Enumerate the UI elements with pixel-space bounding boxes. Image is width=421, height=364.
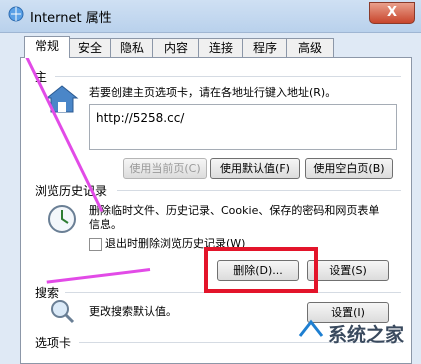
use-default-button[interactable]: 使用默认值(F)	[210, 158, 300, 179]
watermark: 系统之家	[296, 314, 420, 350]
homepage-url-field[interactable]: http://5258.cc/	[89, 104, 397, 150]
history-clock-icon	[48, 205, 76, 233]
history-description: 删除临时文件、历史记录、Cookie、保存的密码和网页表单信息。	[89, 204, 380, 231]
delete-button-highlight	[204, 247, 318, 293]
tab-security[interactable]: 安全	[68, 38, 112, 57]
tab-strip: 常规 安全 隐私 内容 连接 程序 高级	[20, 36, 400, 58]
watermark-text: 系统之家	[328, 324, 405, 346]
close-button[interactable]: X	[369, 2, 415, 24]
window-title: Internet 属性	[30, 11, 112, 26]
tab-connections[interactable]: 连接	[198, 38, 244, 57]
tabs-group-label: 选项卡	[35, 334, 76, 351]
use-blank-button[interactable]: 使用空白页(B)	[305, 158, 393, 179]
tab-content[interactable]: 内容	[152, 38, 200, 57]
history-separator	[117, 190, 401, 191]
delete-on-exit-checkbox[interactable]	[89, 238, 102, 251]
homepage-separator	[55, 76, 401, 77]
watermark-logo-icon	[298, 319, 324, 337]
internet-options-icon	[8, 6, 24, 22]
tab-advanced[interactable]: 高级	[286, 38, 334, 57]
title-bar: Internet 属性 X	[0, 0, 421, 33]
tab-programs[interactable]: 程序	[242, 38, 288, 57]
history-group-label: 浏览历史记录	[35, 182, 112, 199]
tab-general[interactable]: 常规	[24, 36, 70, 58]
search-icon	[51, 300, 75, 324]
search-description: 更改搜索默认值。	[89, 305, 177, 318]
use-current-button[interactable]: 使用当前页(C)	[123, 158, 207, 179]
history-settings-button[interactable]: 设置(S)	[307, 260, 389, 281]
homepage-description: 若要创建主页选项卡，请在各地址行键入地址(R)。	[89, 86, 337, 99]
tab-privacy[interactable]: 隐私	[110, 38, 154, 57]
